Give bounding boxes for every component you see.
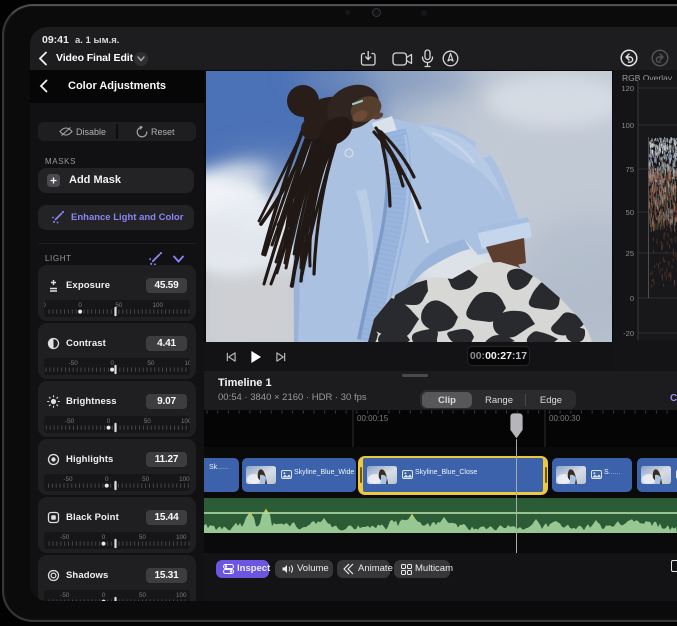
svg-text:0: 0	[102, 592, 106, 599]
svg-text:25: 25	[626, 249, 634, 258]
svg-text:75: 75	[626, 165, 634, 174]
svg-text:0: 0	[107, 418, 111, 425]
svg-text:-50: -50	[65, 418, 75, 425]
svg-text:50: 50	[142, 476, 150, 483]
svg-text:100: 100	[181, 418, 190, 425]
svg-text:0: 0	[110, 360, 114, 367]
svg-text:50: 50	[144, 418, 152, 425]
svg-text:-50: -50	[60, 592, 70, 599]
svg-text:50: 50	[147, 360, 155, 367]
svg-text:-50: -50	[44, 302, 46, 309]
svg-text:100: 100	[185, 360, 190, 367]
svg-text:-50: -50	[69, 360, 79, 367]
svg-text:0: 0	[78, 302, 82, 309]
svg-text:100: 100	[179, 476, 190, 483]
svg-text:50: 50	[139, 592, 147, 599]
svg-text:0: 0	[630, 294, 634, 303]
svg-text:100: 100	[153, 302, 164, 309]
svg-text:-50: -50	[60, 534, 70, 541]
svg-text:-20: -20	[623, 329, 634, 338]
svg-text:50: 50	[626, 208, 634, 217]
svg-text:100: 100	[176, 534, 187, 541]
svg-text:0: 0	[102, 534, 106, 541]
svg-text:100: 100	[176, 592, 187, 599]
svg-text:50: 50	[139, 534, 147, 541]
svg-text:-50: -50	[63, 476, 73, 483]
svg-text:100: 100	[621, 121, 634, 130]
svg-text:0: 0	[105, 476, 109, 483]
svg-text:120: 120	[621, 84, 634, 93]
